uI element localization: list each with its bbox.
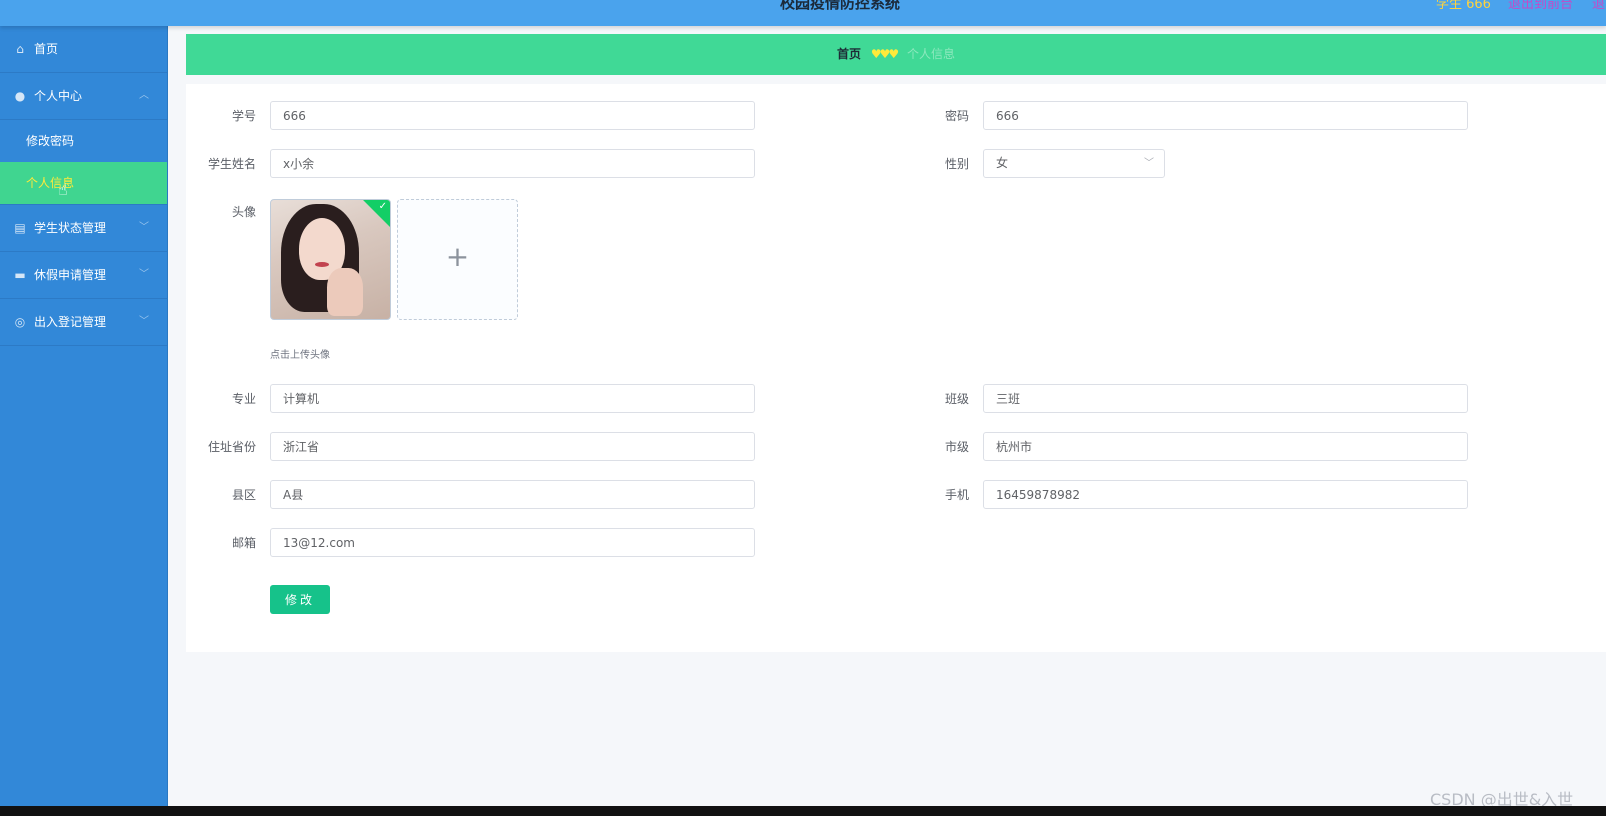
sidebar-item-label: 出入登记管理: [34, 315, 107, 329]
breadcrumb-current: 个人信息: [906, 47, 955, 61]
chevron-down-icon: ﹀: [139, 269, 149, 280]
check-icon: ✓: [378, 201, 387, 212]
avatar-label: 头像: [231, 205, 256, 219]
chevron-down-icon: ﹀: [139, 316, 149, 327]
province-label: 住址省份: [207, 440, 256, 454]
sidebar-item-label: 个人中心: [34, 89, 83, 103]
sidebar-subitem-personal-info[interactable]: 个人信息: [0, 162, 167, 204]
city-input[interactable]: [983, 432, 1468, 461]
major-input[interactable]: [270, 384, 755, 413]
home-icon: ⌂: [16, 42, 24, 56]
sidebar-subitem-label: 修改密码: [26, 134, 75, 148]
county-label: 县区: [231, 488, 256, 502]
sidebar-item-home[interactable]: ⌂ 首页: [0, 26, 167, 73]
sidebar: ⌂ 首页 ● 个人中心 ︿ 修改密码 个人信息 ▤ 学生状态管理 ﹀ ▬ 休假申…: [0, 26, 168, 806]
email-input[interactable]: [270, 528, 755, 557]
sidebar-subitem-change-password[interactable]: 修改密码: [0, 120, 167, 162]
mouse-cursor-icon: ☝: [58, 180, 68, 199]
sidebar-item-label: 学生状态管理: [34, 221, 107, 235]
chevron-up-icon: ︿: [139, 90, 149, 101]
avatar-lip-shape: [315, 262, 329, 267]
name-label: 学生姓名: [207, 157, 256, 171]
top-header: 校园疫情防控系统 学生 666 退出到前台 退: [0, 0, 1606, 26]
briefcase-icon: ▬: [14, 268, 26, 282]
sidebar-item-access-registration[interactable]: ◎ 出入登记管理 ﹀: [0, 299, 167, 346]
logout-link[interactable]: 退出到前台: [1508, 0, 1573, 12]
password-input[interactable]: [983, 101, 1468, 130]
clipboard-icon: ▤: [14, 221, 26, 235]
city-label: 市级: [944, 440, 969, 454]
current-user: 学生 666: [1436, 0, 1491, 12]
avatar-upload-button[interactable]: +: [397, 199, 518, 320]
student-id-input[interactable]: [270, 101, 755, 130]
avatar-upload-tip: 点击上传头像: [270, 350, 330, 361]
breadcrumb-home[interactable]: 首页: [837, 47, 861, 61]
class-input[interactable]: [983, 384, 1468, 413]
plus-icon: +: [445, 240, 470, 273]
exit-link[interactable]: 退: [1592, 0, 1605, 12]
sidebar-item-label: 首页: [34, 42, 59, 56]
submit-button[interactable]: 修改: [270, 585, 330, 614]
chevron-down-icon: ﹀: [139, 222, 149, 233]
bottom-strip: [0, 806, 1606, 816]
gender-value: 女: [996, 156, 1009, 170]
breadcrumb: 首页 ♥♥♥ 个人信息: [186, 34, 1606, 75]
phone-input[interactable]: [983, 480, 1468, 509]
sidebar-item-label: 休假申请管理: [34, 268, 107, 282]
user-icon: ●: [14, 89, 26, 103]
major-label: 专业: [231, 392, 256, 406]
name-input[interactable]: [270, 149, 755, 178]
sidebar-item-leave-application[interactable]: ▬ 休假申请管理 ﹀: [0, 252, 167, 299]
password-label: 密码: [944, 109, 969, 123]
gender-select[interactable]: 女 ﹀: [983, 149, 1165, 178]
avatar-image[interactable]: ✓: [270, 199, 391, 320]
class-label: 班级: [944, 392, 969, 406]
student-id-label: 学号: [231, 109, 256, 123]
province-input[interactable]: [270, 432, 755, 461]
phone-label: 手机: [944, 488, 969, 502]
heart-separator-icon: ♥♥♥: [870, 47, 899, 61]
county-input[interactable]: [270, 480, 755, 509]
chevron-down-icon: ﹀: [1144, 158, 1154, 169]
app-title: 校园疫情防控系统: [779, 0, 900, 12]
gender-label: 性别: [944, 157, 969, 171]
sidebar-item-student-status[interactable]: ▤ 学生状态管理 ﹀: [0, 204, 167, 252]
email-label: 邮箱: [231, 536, 256, 550]
sidebar-item-personal-center[interactable]: ● 个人中心 ︿: [0, 73, 167, 120]
profile-form: 学号 密码 学生姓名 性别 女 ﹀ 头像 ✓ + 点击上传头像 专业 班级 住址…: [186, 84, 1606, 652]
compass-icon: ◎: [14, 315, 26, 329]
avatar-hand-shape: [327, 268, 363, 316]
